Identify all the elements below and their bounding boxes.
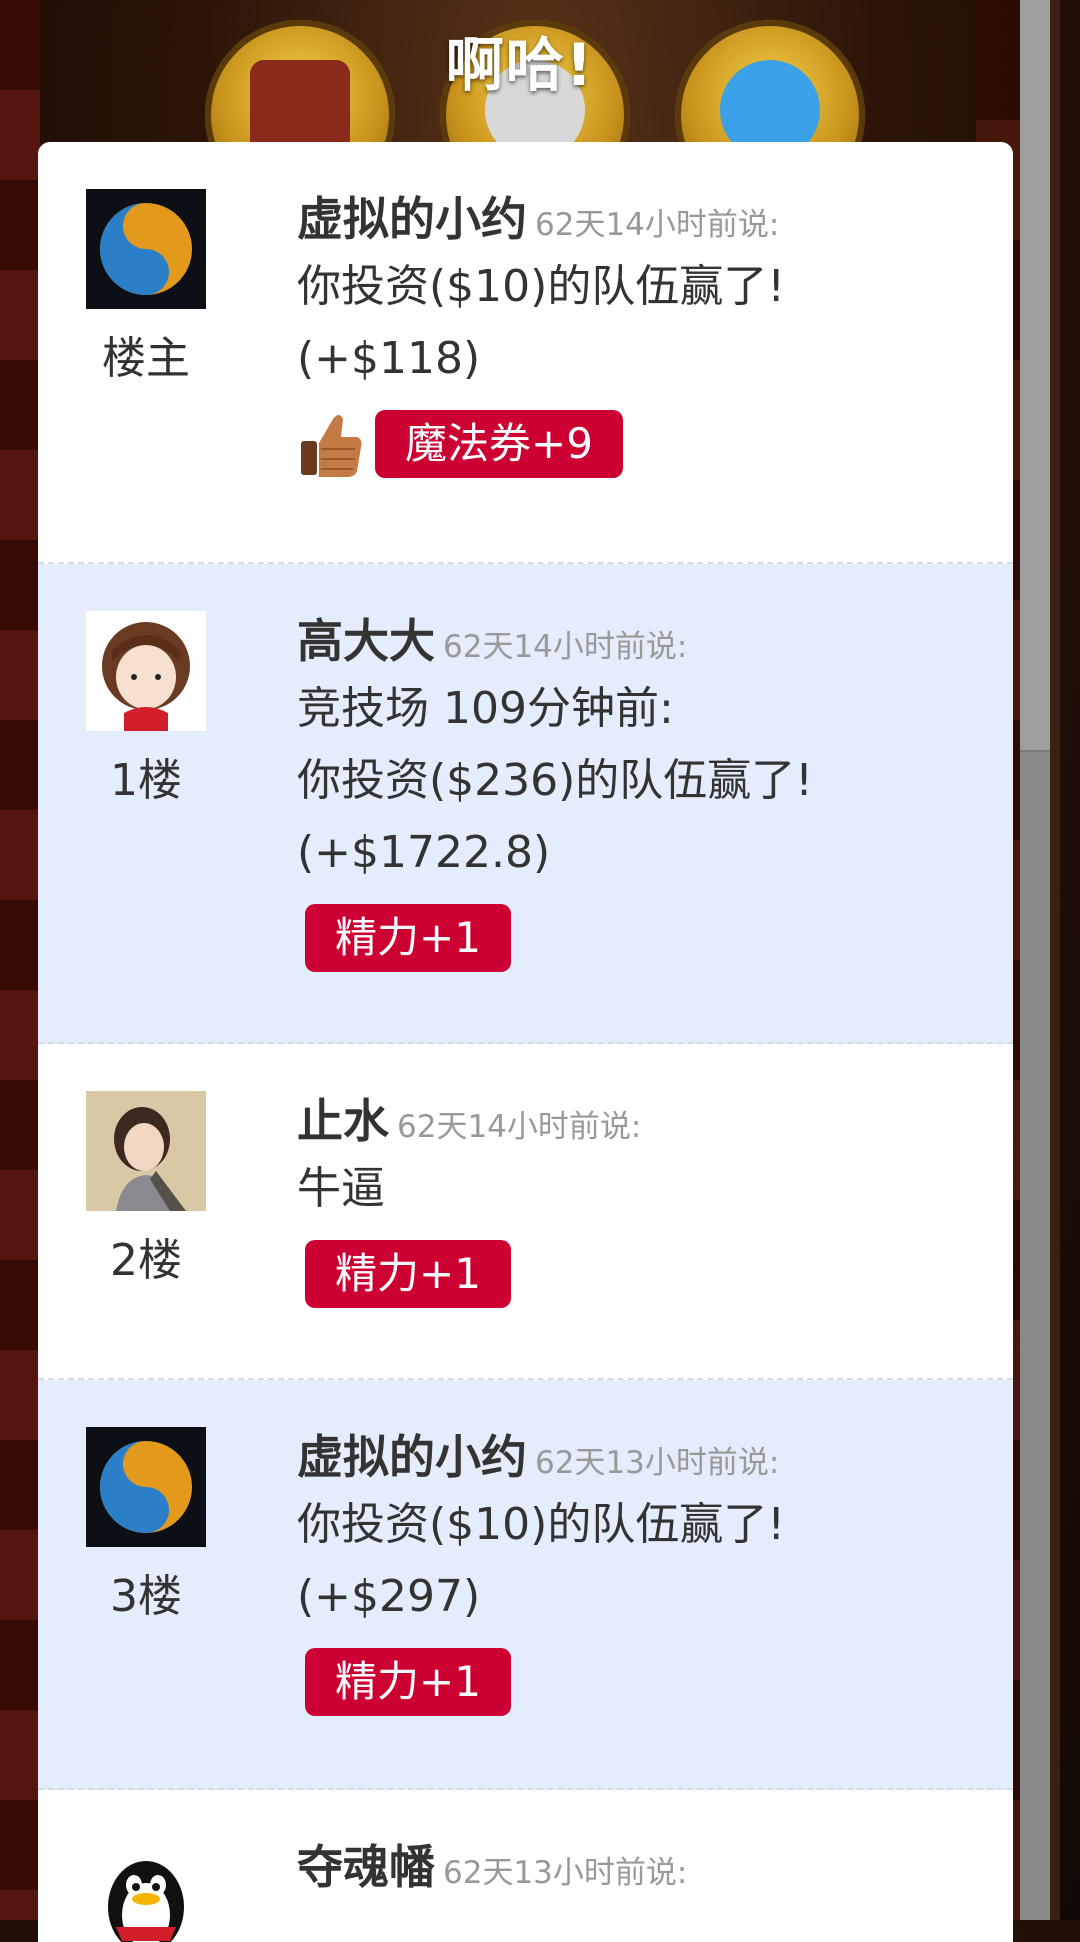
post-text: 竞技场 109分钟前: 你投资($236)的队伍赢了! (+$1722.8) — [297, 683, 813, 878]
avatar[interactable] — [86, 1837, 206, 1942]
post-time: 62天13小时前说: — [535, 1445, 780, 1481]
floor-label: 楼主 — [102, 333, 190, 384]
reward-badge[interactable]: 精力+1 — [305, 1648, 511, 1716]
scroll-edge — [1050, 0, 1060, 1920]
reward-badge[interactable]: 精力+1 — [305, 904, 511, 972]
thumbs-up-icon[interactable] — [297, 409, 365, 479]
post-text: 你投资($10)的队伍赢了! (+$297) — [297, 1499, 785, 1622]
post-text: 你投资($10)的队伍赢了! (+$118) — [297, 261, 785, 384]
avatar[interactable] — [86, 1427, 206, 1547]
author-name[interactable]: 夺魂幡 — [297, 1840, 435, 1894]
background-curtain-left — [0, 0, 40, 1920]
avatar[interactable] — [86, 1091, 206, 1211]
scrollbar-thumb[interactable] — [1020, 0, 1050, 752]
post-text: 牛逼 — [297, 1163, 385, 1214]
floor-label: 1楼 — [110, 755, 182, 806]
thread-post: 1楼 高大大 62天14小时前说: 竞技场 109分钟前: 你投资($236)的队… — [38, 564, 1013, 1044]
post-time: 62天14小时前说: — [443, 629, 688, 665]
reward-badge[interactable]: 精力+1 — [305, 1240, 511, 1308]
thread-post: 夺魂幡 62天13小时前说: — [38, 1790, 1013, 1942]
author-name[interactable]: 虚拟的小约 — [297, 1430, 527, 1484]
thread-panel: 楼主 虚拟的小约 62天14小时前说: 你投资($10)的队伍赢了! (+$118… — [38, 142, 1013, 1942]
post-time: 62天14小时前说: — [535, 207, 780, 243]
page-title: 啊哈! — [445, 31, 595, 99]
post-time: 62天13小时前说: — [443, 1855, 688, 1891]
author-name[interactable]: 止水 — [297, 1094, 389, 1148]
author-name[interactable]: 虚拟的小约 — [297, 192, 527, 246]
thread-post: 2楼 止水 62天14小时前说: 牛逼 精力+1 — [38, 1044, 1013, 1380]
floor-label: 2楼 — [110, 1235, 182, 1286]
author-name[interactable]: 高大大 — [297, 614, 435, 668]
floor-label: 3楼 — [110, 1571, 182, 1622]
post-time: 62天14小时前说: — [397, 1109, 642, 1145]
reward-badge[interactable]: 魔法券+9 — [375, 410, 623, 478]
thread-post: 楼主 虚拟的小约 62天14小时前说: 你投资($10)的队伍赢了! (+$118… — [38, 142, 1013, 564]
avatar[interactable] — [86, 189, 206, 309]
avatar[interactable] — [86, 611, 206, 731]
thread-post: 3楼 虚拟的小约 62天13小时前说: 你投资($10)的队伍赢了! (+$297… — [38, 1380, 1013, 1790]
